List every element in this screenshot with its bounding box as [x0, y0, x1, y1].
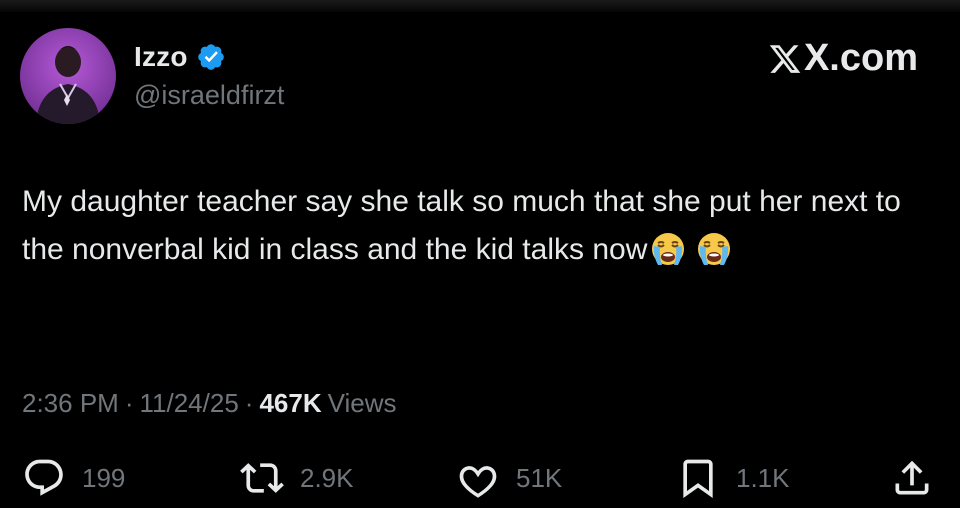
tweet-time[interactable]: 2:36 PM: [22, 388, 119, 419]
loudly-crying-face-icon: [695, 230, 733, 268]
repost-count: 2.9K: [300, 462, 354, 493]
tweet-meta: 2:36 PM · 11/24/25 · 467K Views: [22, 388, 397, 419]
repost-icon: [240, 463, 284, 493]
share-button[interactable]: [890, 452, 934, 504]
tweet-date[interactable]: 11/24/25: [140, 388, 239, 419]
tweet-actions: 199 2.9K 51K 1.1K: [0, 452, 960, 504]
heart-icon: [459, 466, 497, 498]
bookmark-count: 1.1K: [736, 462, 790, 493]
site-label-text: X.com: [803, 37, 918, 79]
author-name-row[interactable]: Izzo: [134, 40, 226, 74]
x-logo-icon: [769, 44, 801, 73]
avatar-photo: [20, 28, 116, 124]
bookmark-button[interactable]: 1.1K: [676, 452, 790, 504]
bookmark-icon: [683, 459, 713, 499]
views-count[interactable]: 467K: [259, 388, 321, 419]
tweet-text: My daughter teacher say she talk so much…: [22, 178, 942, 274]
top-edge-strip: [0, 0, 960, 12]
views-label: Views: [327, 388, 397, 418]
repost-button[interactable]: 2.9K: [240, 452, 354, 504]
avatar[interactable]: [20, 28, 116, 124]
share-icon: [895, 460, 929, 495]
display-name[interactable]: Izzo: [134, 41, 188, 73]
like-button[interactable]: 51K: [456, 452, 562, 504]
verified-badge-icon: [197, 44, 224, 70]
site-label: X.com: [768, 37, 918, 80]
separator-dot: ·: [244, 388, 254, 418]
like-count: 51K: [516, 462, 563, 493]
separator-dot: ·: [124, 388, 134, 418]
tweet-body: My daughter teacher say she talk so much…: [22, 185, 901, 266]
loudly-crying-face-icon: [649, 230, 687, 268]
author-handle[interactable]: @israeldfirzt: [134, 80, 284, 111]
reply-count: 199: [82, 462, 126, 493]
reply-icon: [25, 459, 63, 496]
reply-button[interactable]: 199: [22, 452, 125, 504]
